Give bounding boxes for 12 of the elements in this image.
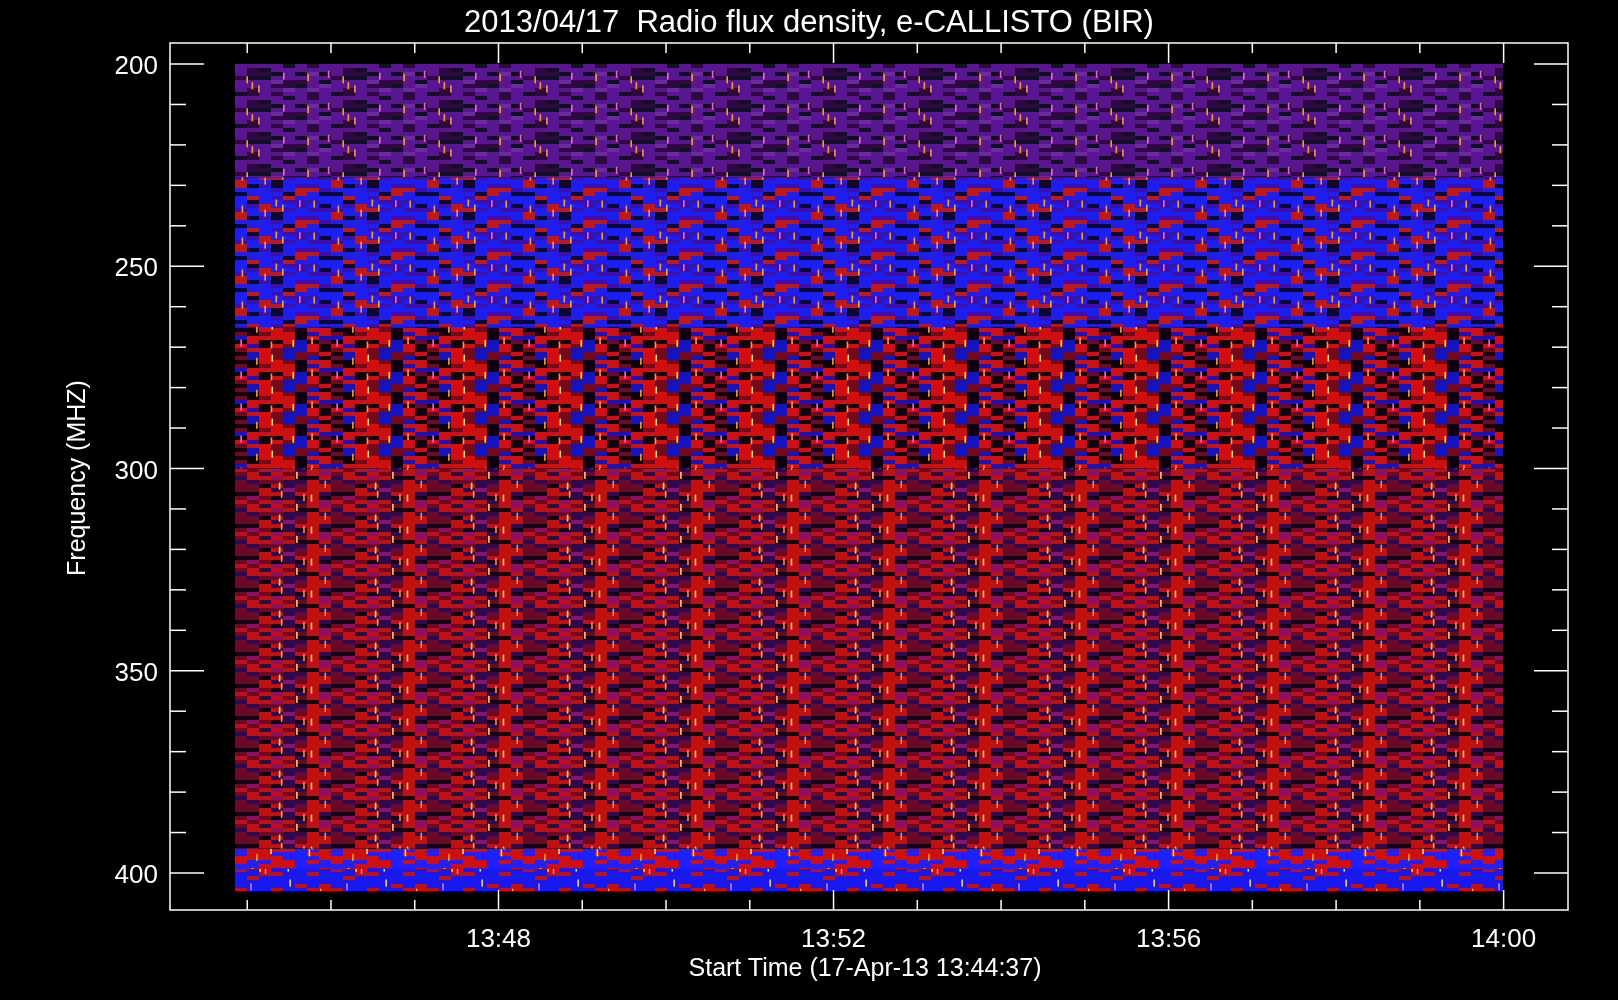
x-tick-label: 13:52	[801, 923, 867, 953]
x-tick-label: 14:00	[1471, 923, 1537, 953]
y-tick-label: 350	[114, 656, 158, 687]
x-axis-label: Start Time (17-Apr-13 13:44:37)	[688, 953, 1042, 981]
x-tick-label: 13:48	[465, 923, 532, 953]
y-tick-label: 250	[114, 252, 158, 283]
y-tick-label: 400	[114, 859, 158, 889]
plot-title: 2013/04/17 Radio flux density, e-CALLISTO (BIR)	[464, 4, 1154, 39]
x-tick-label: 13:56	[1136, 923, 1202, 953]
y-tick-label: 200	[114, 50, 158, 80]
y-axis-label: Frequency (MHZ)	[62, 380, 90, 576]
y-tick-label: 300	[114, 454, 158, 485]
